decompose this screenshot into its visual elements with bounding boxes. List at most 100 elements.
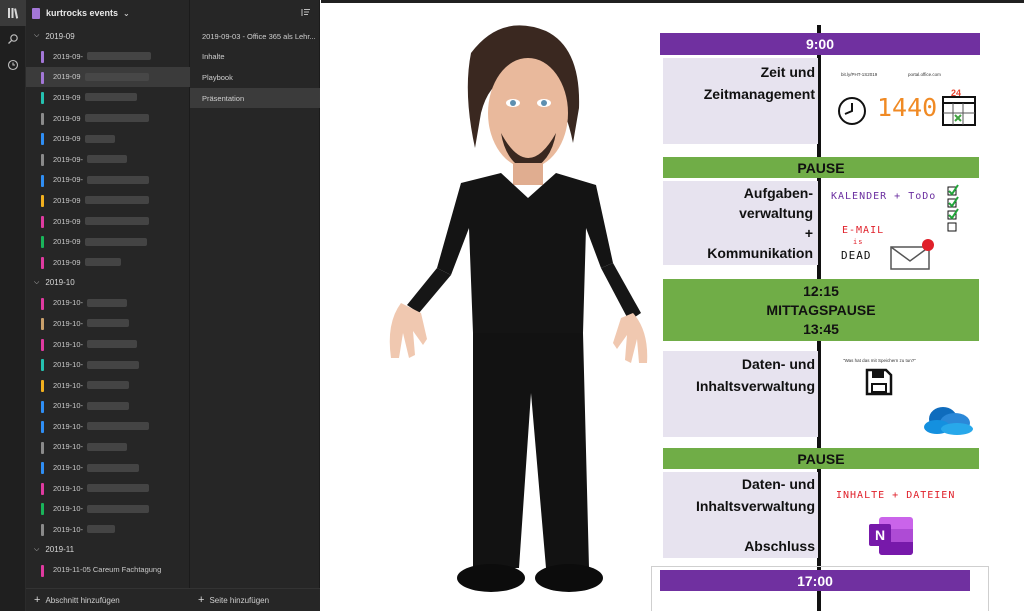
- redacted-text: [87, 525, 116, 534]
- section-item[interactable]: 2019-10-: [26, 478, 190, 499]
- redacted-text: [87, 52, 152, 61]
- block2-line3: +: [804, 225, 813, 241]
- redacted-text: [84, 237, 147, 246]
- redacted-text: [87, 401, 130, 410]
- search-icon[interactable]: [0, 26, 26, 52]
- section-label: 2019-10-: [53, 483, 84, 493]
- section-group-label: 2019-09: [45, 31, 75, 41]
- pause-2-label: PAUSE: [797, 450, 845, 467]
- section-color-tab: [41, 421, 44, 434]
- section-item[interactable]: 2019-10-: [26, 375, 190, 396]
- section-color-tab: [41, 92, 44, 105]
- section-label: 2019-10-: [53, 504, 84, 514]
- section-item[interactable]: 2019-10-: [26, 334, 190, 355]
- section-color-tab: [41, 462, 44, 475]
- add-section-button[interactable]: + Abschnitt hinzufügen: [26, 588, 190, 611]
- section-group-header[interactable]: ⌵ 2019-11: [26, 540, 190, 560]
- time-end-bar: 17:00: [660, 570, 970, 591]
- page-item[interactable]: 2019-09-03 - Office 365 als Lehr...: [190, 26, 320, 46]
- section-item[interactable]: 2019-10-: [26, 416, 190, 437]
- section-item[interactable]: 2019-09-: [26, 149, 190, 170]
- calendar-day: 24: [951, 88, 962, 98]
- note-inhalte-dateien: INHALTE + DATEIEN: [836, 490, 956, 501]
- section-item[interactable]: 2019-09: [26, 231, 190, 252]
- redacted-text: [87, 319, 130, 328]
- section-item[interactable]: 2019-09: [26, 108, 190, 129]
- section-label: 2019-10-: [53, 442, 84, 452]
- library-icon[interactable]: [0, 0, 26, 26]
- chevron-down-icon: ⌄: [123, 8, 130, 18]
- section-group-header[interactable]: ⌵ 2019-09: [26, 26, 190, 46]
- section-item[interactable]: 2019-09: [26, 66, 190, 88]
- redacted-text: [84, 196, 149, 205]
- pause-1-label: PAUSE: [797, 159, 845, 176]
- section-label: 2019-09: [53, 257, 81, 267]
- section-color-tab: [41, 524, 44, 537]
- section-item[interactable]: 2019-09: [26, 87, 190, 108]
- notebook-selector[interactable]: kurtrocks events ⌄: [26, 0, 189, 26]
- page-item[interactable]: Inhalte: [190, 46, 320, 66]
- section-item[interactable]: 2019-10-: [26, 519, 190, 540]
- section-item[interactable]: 2019-10-: [26, 354, 190, 375]
- block3-quote: "Was hat das mit Speichern zu tun?": [843, 358, 916, 363]
- section-item[interactable]: 2019-11-05 Careum Fachtagung: [26, 560, 190, 581]
- section-label: 2019-10-: [53, 380, 84, 390]
- page-label: Inhalte: [202, 51, 225, 61]
- section-label: 2019-09-: [53, 175, 84, 185]
- section-item[interactable]: 2019-09: [26, 211, 190, 232]
- redacted-text: [87, 442, 128, 451]
- section-item[interactable]: 2019-10-: [26, 396, 190, 417]
- section-label: 2019-11-05 Careum Fachtagung: [53, 565, 162, 575]
- section-item[interactable]: 2019-09: [26, 190, 190, 211]
- section-color-tab: [41, 215, 44, 228]
- section-color-tab: [41, 195, 44, 208]
- section-group-header[interactable]: ⌵ 2019-10: [26, 273, 190, 293]
- sort-icon[interactable]: [300, 7, 311, 21]
- section-label: 2019-09: [53, 92, 81, 102]
- block4-line3: Abschluss: [744, 538, 815, 554]
- note-calendar-todo: KALENDER + ToDo: [831, 191, 937, 202]
- section-label: 2019-10-: [53, 421, 84, 431]
- block1-link-1: bit.ly/PHT-1S2019: [841, 72, 878, 77]
- page-item[interactable]: Playbook: [190, 67, 320, 87]
- onenote-icon: N: [869, 517, 915, 557]
- block4-line2: Inhaltsverwaltung: [695, 498, 815, 514]
- section-item[interactable]: 2019-09: [26, 252, 190, 273]
- block1-line2: Zeitmanagement: [703, 86, 815, 102]
- section-item[interactable]: 2019-10-: [26, 437, 190, 458]
- section-group-label: 2019-10: [45, 278, 75, 288]
- lunch-start: 12:15: [803, 282, 839, 299]
- section-item[interactable]: 2019-10-: [26, 313, 190, 334]
- section-item[interactable]: 2019-09: [26, 128, 190, 149]
- time-start-bar: 9:00: [660, 33, 980, 55]
- section-item[interactable]: 2019-09-: [26, 170, 190, 191]
- section-label: 2019-10-: [53, 298, 84, 308]
- section-color-tab: [41, 256, 44, 269]
- section-item[interactable]: 2019-10-: [26, 457, 190, 478]
- chevron-down-icon: ⌵: [34, 32, 40, 39]
- section-label: 2019-10-: [53, 463, 84, 473]
- section-item[interactable]: 2019-10-: [26, 498, 190, 519]
- section-item[interactable]: 2019-09-: [26, 46, 190, 67]
- section-item[interactable]: 2019-10-: [26, 293, 190, 314]
- block1-title: Zeit und Zeitmanagement: [663, 61, 815, 105]
- redacted-text: [84, 217, 149, 226]
- note-dead: DEAD: [841, 249, 872, 262]
- section-label: 2019-09: [53, 113, 81, 123]
- recent-icon[interactable]: [0, 52, 26, 78]
- page-item-selected[interactable]: Präsentation: [190, 88, 320, 108]
- onenote-window: kurtrocks events ⌄ ⌵ 2019-09 2019-09- 2019-…: [0, 0, 1024, 611]
- block3-line1: Daten- und: [741, 356, 815, 372]
- section-color-tab: [41, 297, 44, 310]
- redacted-text: [84, 258, 121, 267]
- page-canvas[interactable]: 9:00 Zeit und Zeitmanagement bit.ly/PHT-…: [321, 0, 1024, 611]
- note-email: E-MAIL: [842, 225, 885, 236]
- onedrive-icon: [924, 407, 973, 435]
- time-start: 9:00: [805, 36, 835, 52]
- section-label: 2019-10-: [53, 339, 84, 349]
- section-color-tab: [41, 400, 44, 413]
- add-page-button[interactable]: + Seite hinzufügen: [190, 588, 320, 611]
- chevron-down-icon: ⌵: [34, 545, 40, 553]
- section-color-tab: [41, 338, 44, 351]
- section-color-tab: [41, 379, 44, 392]
